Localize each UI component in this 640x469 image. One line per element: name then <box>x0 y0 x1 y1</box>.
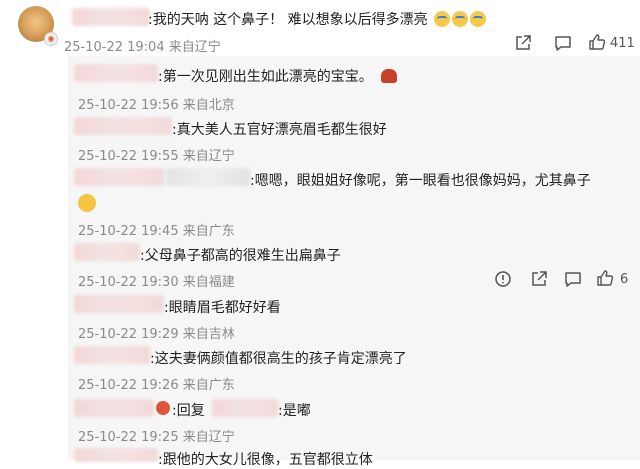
reply-meta: 25-10-22 19:26 来自广东 <box>78 378 235 393</box>
crying-emoji-icon <box>434 11 451 27</box>
reply-meta: 25-10-22 19:29 来自吉林 <box>78 327 235 342</box>
blurred-username[interactable] <box>74 399 154 417</box>
report-icon[interactable] <box>494 270 512 288</box>
reply-text: :第一次见刚出生如此漂亮的宝宝。 <box>158 66 398 86</box>
main-comment-body: :我的天呐 这个鼻子！ 难以想象以后得多漂亮 <box>148 12 428 28</box>
like-icon[interactable] <box>588 33 606 51</box>
reply-text: :眼睛眉毛都好好看 <box>164 300 281 316</box>
blurred-username[interactable] <box>212 399 278 417</box>
badge-icon <box>156 401 170 415</box>
blurred-username[interactable] <box>74 117 172 135</box>
main-comment-meta: 25-10-22 19:04 来自辽宁 <box>64 40 221 55</box>
blurred-username[interactable] <box>74 168 164 186</box>
blurred-username[interactable] <box>72 8 150 26</box>
crying-emoji-icon <box>470 11 487 27</box>
blurred-username[interactable] <box>74 64 158 82</box>
like-count: 6 <box>620 272 629 287</box>
share-icon[interactable] <box>530 270 548 288</box>
chick-emoji-icon <box>78 194 96 212</box>
blurred-username[interactable] <box>74 346 150 364</box>
crying-emoji-icon <box>452 11 469 27</box>
shiny-emoji-icon <box>381 69 398 83</box>
reply-text: :父母鼻子都高的很难生出扁鼻子 <box>140 248 341 264</box>
blurred-username[interactable] <box>74 243 140 261</box>
like-count: 411 <box>610 36 635 51</box>
main-comment-text: :我的天呐 这个鼻子！ 难以想象以后得多漂亮 <box>148 9 487 29</box>
reply-text: :跟他的大女儿很像，五官都很立体 <box>158 452 373 468</box>
reply-body: :第一次见刚出生如此漂亮的宝宝。 <box>158 69 373 85</box>
reply-text: :是嘟 <box>278 403 311 419</box>
reply-meta: 25-10-22 19:45 来自广东 <box>78 224 235 239</box>
reply-text: :嗯嗯，眼姐姐好像呢，第一眼看也很像妈妈，尤其鼻子 <box>250 173 591 189</box>
like-icon[interactable] <box>596 269 614 287</box>
reply-prefix: :回复 <box>172 403 205 419</box>
reply-meta: 25-10-22 19:55 来自辽宁 <box>78 149 235 164</box>
blurred-username[interactable] <box>74 295 164 313</box>
comment-icon[interactable] <box>554 34 572 52</box>
reply-meta: 25-10-22 19:30 来自福建 <box>78 275 235 290</box>
verified-badge-icon: ◉ <box>44 32 58 46</box>
reply-meta: 25-10-22 19:56 来自北京 <box>78 98 235 113</box>
blurred-username[interactable] <box>166 168 250 186</box>
share-icon[interactable] <box>514 34 532 52</box>
reply-text: :真大美人五官好漂亮眉毛都生很好 <box>172 122 387 138</box>
reply-text: :这夫妻俩颜值都很高生的孩子肯定漂亮了 <box>150 351 407 367</box>
reply-meta: 25-10-22 19:25 来自辽宁 <box>78 430 235 445</box>
comment-icon[interactable] <box>564 270 582 288</box>
